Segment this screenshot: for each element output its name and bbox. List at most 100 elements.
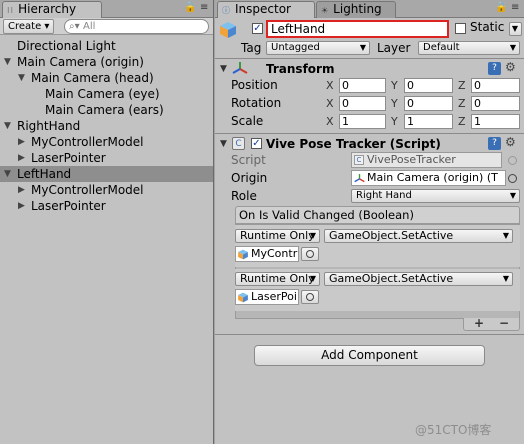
chevron-down-icon: ▼: [509, 191, 516, 200]
function-dropdown[interactable]: GameObject.SetActive ▼: [324, 272, 513, 286]
tree-item[interactable]: ▶ LaserPointer: [0, 198, 213, 214]
tree-item[interactable]: ▶ MyControllerModel: [0, 134, 213, 150]
panel-menu-icon[interactable]: ≡: [200, 2, 208, 13]
rotation-x-field[interactable]: 0: [339, 96, 386, 111]
panel-menu-icon[interactable]: ≡: [511, 2, 519, 13]
tree-item[interactable]: Directional Light: [0, 38, 213, 54]
create-button[interactable]: Create ▾: [3, 19, 55, 34]
tab-inspector[interactable]: ⓘ Inspector: [217, 1, 315, 18]
foldout-arrow-icon[interactable]: ▶: [18, 198, 25, 214]
object-name-field[interactable]: LeftHand: [266, 20, 449, 38]
tab-lighting-label: Lighting: [333, 2, 382, 16]
search-input[interactable]: ⌕▾ All: [64, 19, 209, 34]
tab-hierarchy-label: Hierarchy: [18, 2, 77, 16]
origin-field[interactable]: Main Camera (origin) (T: [351, 170, 506, 186]
foldout-arrow-icon[interactable]: ▶: [18, 182, 25, 198]
target-object-value: MyContr: [251, 247, 298, 260]
tree-item[interactable]: ▶ MyControllerModel: [0, 182, 213, 198]
static-dropdown[interactable]: ▼: [509, 22, 522, 36]
tree-item[interactable]: ▶ LaserPointer: [0, 150, 213, 166]
object-picker-button[interactable]: [301, 247, 319, 261]
axis-y-label: Y: [391, 79, 398, 92]
chevron-down-icon: ▼: [359, 43, 366, 52]
inspector-tab-bar: ⓘ Inspector ☀ Lighting 🔒 ≡: [215, 0, 524, 18]
role-dropdown[interactable]: Right Hand ▼: [351, 189, 520, 203]
position-y-field[interactable]: 0: [404, 78, 453, 93]
tracker-enabled-checkbox[interactable]: ✓: [251, 138, 262, 149]
tree-item[interactable]: Main Camera (ears): [0, 102, 213, 118]
chevron-down-icon: ▼: [309, 231, 316, 240]
object-picker-button[interactable]: [301, 290, 319, 304]
target-object-field[interactable]: LaserPoi: [235, 289, 299, 305]
hierarchy-toolbar: Create ▾ ⌕▾ All: [0, 18, 213, 35]
transform-icon: [354, 174, 365, 183]
position-z-field[interactable]: 0: [471, 78, 520, 93]
rotation-y-field[interactable]: 0: [404, 96, 453, 111]
foldout-arrow-icon[interactable]: ▼: [4, 54, 11, 70]
tab-lighting[interactable]: ☀ Lighting: [316, 1, 396, 18]
panel-lock-icon[interactable]: 🔒: [495, 2, 507, 13]
tree-item-label: LaserPointer: [31, 199, 106, 213]
runtime-mode-dropdown[interactable]: Runtime Only ▼: [235, 272, 320, 286]
axis-x-label: X: [326, 115, 334, 128]
runtime-mode-value: Runtime Only: [240, 272, 315, 285]
origin-value: Main Camera (origin) (T: [367, 171, 498, 184]
panel-lock-icon[interactable]: 🔒: [184, 2, 196, 13]
tree-item-selected[interactable]: ▼ LeftHand: [0, 166, 213, 182]
foldout-arrow-icon[interactable]: ▼: [18, 70, 25, 86]
help-book-icon[interactable]: ?: [488, 137, 501, 150]
rotation-z-field[interactable]: 0: [471, 96, 520, 111]
tree-item[interactable]: ▼ Main Camera (origin): [0, 54, 213, 70]
script-label: Script: [231, 153, 266, 167]
transform-icon: [232, 62, 248, 74]
chevron-down-icon: ▼: [309, 274, 316, 283]
gear-icon[interactable]: ⚙: [505, 60, 516, 74]
tree-item-label: MyControllerModel: [31, 183, 144, 197]
foldout-arrow-icon[interactable]: ▶: [18, 134, 25, 150]
divider: [215, 133, 524, 134]
foldout-arrow-icon[interactable]: ▼: [220, 64, 227, 74]
scale-x-field[interactable]: 1: [339, 114, 386, 129]
axis-x-label: X: [326, 79, 334, 92]
tree-item-label: RightHand: [17, 119, 81, 133]
add-entry-button[interactable]: +: [474, 316, 484, 330]
object-picker-icon: [306, 250, 314, 258]
layer-label: Layer: [377, 41, 411, 55]
layer-dropdown[interactable]: Default ▼: [418, 41, 520, 55]
foldout-arrow-icon[interactable]: ▶: [18, 150, 25, 166]
runtime-mode-value: Runtime Only: [240, 229, 315, 242]
divider: [215, 58, 524, 59]
event-header: On Is Valid Changed (Boolean): [235, 206, 520, 224]
object-picker-icon[interactable]: [508, 174, 517, 183]
remove-entry-button[interactable]: −: [499, 316, 509, 330]
tag-label: Tag: [241, 41, 262, 55]
hierarchy-tab-bar: ⁝⁝ Hierarchy 🔒 ≡: [0, 0, 213, 18]
function-dropdown[interactable]: GameObject.SetActive ▼: [324, 229, 513, 243]
script-file-icon: C: [232, 137, 245, 150]
foldout-arrow-icon[interactable]: ▼: [4, 166, 11, 182]
tree-item-label: Main Camera (ears): [45, 103, 164, 117]
runtime-mode-dropdown[interactable]: Runtime Only ▼: [235, 229, 320, 243]
scale-y-field[interactable]: 1: [404, 114, 453, 129]
tab-hierarchy[interactable]: ⁝⁝ Hierarchy: [2, 1, 102, 18]
axis-y-label: Y: [391, 97, 398, 110]
active-checkbox[interactable]: ✓: [252, 23, 263, 34]
rotation-y-value: 0: [407, 97, 414, 110]
chevron-down-icon: ▼: [511, 24, 518, 33]
help-book-icon[interactable]: ?: [488, 62, 501, 75]
tag-dropdown[interactable]: Untagged ▼: [266, 41, 370, 55]
foldout-arrow-icon[interactable]: ▼: [4, 118, 11, 134]
scale-z-field[interactable]: 1: [471, 114, 520, 129]
position-x-field[interactable]: 0: [339, 78, 386, 93]
add-component-button[interactable]: Add Component: [254, 345, 485, 366]
target-object-field[interactable]: MyContr: [235, 246, 299, 262]
static-checkbox[interactable]: ✓: [455, 23, 466, 34]
info-icon: ⓘ: [222, 6, 231, 15]
tree-item[interactable]: ▼ RightHand: [0, 118, 213, 134]
foldout-arrow-icon[interactable]: ▼: [220, 139, 227, 149]
tree-item[interactable]: ▼ Main Camera (head): [0, 70, 213, 86]
tree-item[interactable]: Main Camera (eye): [0, 86, 213, 102]
role-value: Right Hand: [356, 190, 412, 201]
tracker-title: Vive Pose Tracker (Script): [266, 137, 441, 151]
gear-icon[interactable]: ⚙: [505, 135, 516, 149]
